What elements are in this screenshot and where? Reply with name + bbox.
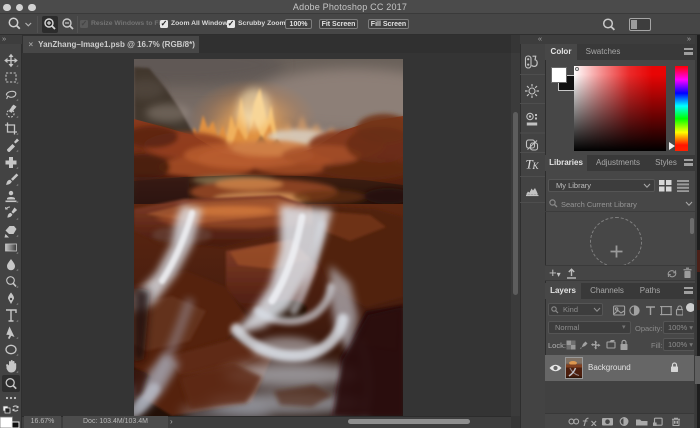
svg-text:K: K xyxy=(532,161,540,171)
